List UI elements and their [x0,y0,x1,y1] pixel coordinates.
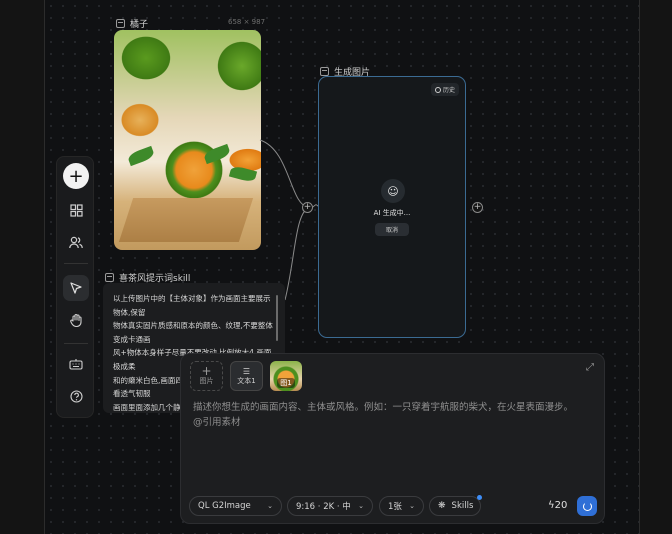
pan-tool-button[interactable] [63,307,89,333]
notification-dot [477,495,482,500]
toolbar-divider [64,263,88,264]
text-icon [105,273,114,282]
chevron-down-icon: ⌄ [358,502,364,510]
help-button[interactable] [63,383,89,409]
users-tool-button[interactable] [63,229,89,255]
count-value: 1张 [388,502,402,512]
ratio-value: 9:16 · 2K · 中 [296,502,351,512]
chevron-down-icon: ⌄ [409,502,415,510]
submit-button[interactable] [577,496,597,516]
prompt-input[interactable]: 描述你想生成的画面内容、主体或风格。例如：一只穿着宇航服的柴犬，在火星表面漫步。… [193,400,593,430]
text-reference-chip[interactable]: ☰ 文本1 [230,361,263,391]
cancel-generation-button[interactable]: 取消 [375,223,409,236]
text-line: 物体,保留 [113,307,146,317]
keyboard-tool-button[interactable] [63,351,89,377]
left-toolbar: + [56,156,94,418]
grid-icon [69,203,83,217]
plus-icon: + [201,364,212,378]
generation-status: AI 生成中... [373,209,411,217]
history-label: 历史 [442,87,455,94]
text-scrollbar[interactable] [276,295,278,341]
toolbar-divider [64,343,88,344]
lightning-icon: ϟ [548,500,555,511]
users-icon [69,236,83,248]
ratio-quality-select[interactable]: 9:16 · 2K · 中 ⌄ [287,496,373,516]
model-select[interactable]: QL G2Image ⌄ [189,496,282,516]
cursor-icon [70,282,82,294]
expand-icon[interactable]: ⤢ [586,362,594,373]
chevron-down-icon: ⌄ [267,502,273,510]
credits-display: ϟ20 [548,500,567,511]
prompt-panel: + 图片 ☰ 文本1 图1 ⤢ 描述你想生成的画面内容、主体或风格。例如：一只穿… [180,353,605,524]
text-line: 以上传图片中的【主体对象】作为画面主要展示 [113,294,271,303]
select-tool-button[interactable] [63,275,89,301]
grid-tool-button[interactable] [63,197,89,223]
text-ref-label: 文本1 [237,376,256,385]
loading-spinner-icon [582,501,592,511]
image-ref-label: 图1 [277,378,295,388]
text-ref-icon: ☰ [242,366,251,376]
keyboard-icon [69,359,83,370]
add-image-button[interactable]: + 图片 [190,361,223,391]
history-icon [434,86,441,93]
model-value: QL G2Image [198,501,251,511]
add-node-button[interactable]: + [63,163,89,189]
skills-label: Skills [451,501,474,511]
generated-image-node[interactable]: 历史 ☺ AI 生成中... 取消 [318,76,466,338]
image-icon [320,67,329,76]
text-line: 变成卡通画 [113,334,151,344]
help-icon [69,389,83,403]
skills-icon: ❋ [438,501,446,511]
input-port-plus[interactable]: + [302,202,313,213]
image-reference-chip[interactable]: 图1 [270,361,302,391]
count-select[interactable]: 1张 ⌄ [379,496,424,516]
skills-button[interactable]: ❋ Skills [429,495,482,516]
ai-robot-icon: ☺ [381,179,405,203]
text-line: 物体真实固片质感和原本的颜色、纹理,不要整体 [113,321,273,331]
history-button[interactable]: 历史 [430,83,459,96]
prompt-placeholder: 描述你想生成的画面内容、主体或风格。例如：一只穿着宇航服的柴犬，在火星表面漫步。 [193,402,574,413]
reference-hint: @引用素材 [193,417,241,428]
output-port-plus[interactable]: + [472,202,483,213]
add-image-label: 图片 [199,377,214,385]
hand-icon [69,313,82,327]
credits-value: 20 [554,500,568,511]
